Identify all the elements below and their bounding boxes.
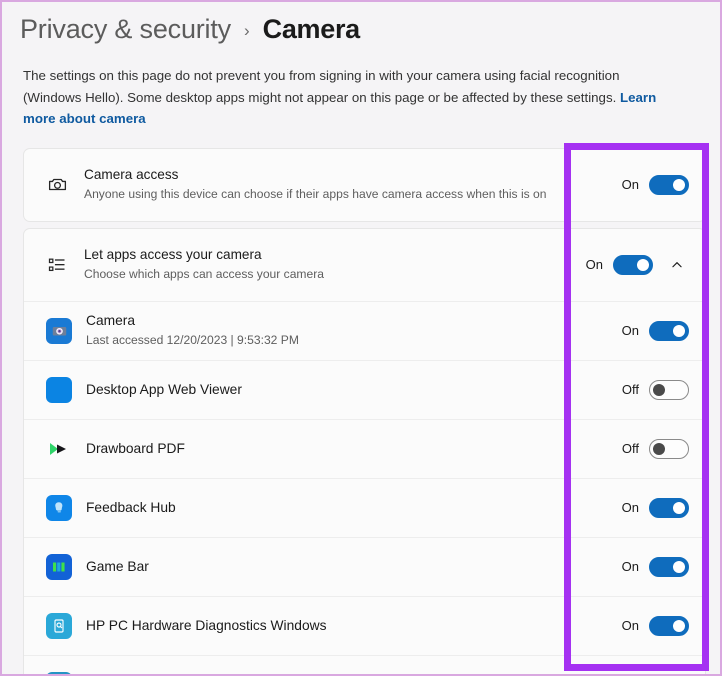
drawboard-pdf-icon — [46, 436, 72, 462]
camera-access-text: Camera access Anyone using this device c… — [84, 166, 617, 203]
chevron-up-icon[interactable] — [663, 258, 691, 272]
camera-outline-icon — [40, 174, 74, 195]
page-description-text: The settings on this page do not prevent… — [23, 68, 620, 105]
app-controls-hp-pc-hardware-diagnostics-windows: On — [617, 615, 691, 636]
app-row-desktop-app-web-viewer[interactable]: Desktop App Web Viewer Off — [24, 359, 705, 419]
app-controls-camera: On — [617, 320, 691, 341]
hp-diagnostics-icon — [46, 612, 72, 639]
settings-page: Privacy & security › Camera The settings… — [0, 0, 722, 676]
breadcrumb: Privacy & security › Camera — [2, 2, 720, 45]
app-name: HP PC Hardware Diagnostics Windows — [86, 617, 327, 633]
app-toggle-drawboard-pdf[interactable] — [649, 438, 689, 459]
toggle-knob — [673, 501, 685, 514]
let-apps-access-title: Let apps access your camera — [84, 247, 262, 262]
app-row-drawboard-pdf[interactable]: Drawboard PDF Off — [24, 418, 705, 478]
toggle-knob — [673, 619, 685, 632]
app-row-feedback-hub[interactable]: Feedback Hub On — [24, 477, 705, 537]
bulleted-list-icon — [40, 255, 74, 275]
camera-access-title: Camera access — [84, 167, 179, 182]
app-state-label: Off — [621, 382, 639, 397]
app-toggle-feedback-hub[interactable] — [649, 497, 689, 518]
let-apps-access-state-label: On — [585, 257, 603, 272]
app-toggle-game-bar[interactable] — [649, 556, 689, 577]
app-text-desktop-app-web-viewer: Desktop App Web Viewer — [86, 381, 617, 399]
breadcrumb-parent-link[interactable]: Privacy & security — [20, 14, 231, 45]
camera-access-subtitle: Anyone using this device can choose if t… — [84, 187, 547, 201]
game-bar-icon — [46, 553, 72, 580]
let-apps-access-subtitle: Choose which apps can access your camera — [84, 267, 324, 281]
toggle-knob — [673, 324, 685, 337]
toggle-knob — [673, 178, 685, 191]
camera-app-icon — [46, 317, 72, 344]
camera-access-card: Camera access Anyone using this device c… — [23, 147, 706, 222]
camera-access-toggle[interactable] — [649, 174, 689, 195]
settings-card-list: Camera access Anyone using this device c… — [23, 147, 706, 674]
toggle-knob — [653, 442, 665, 455]
camera-access-state-label: On — [621, 177, 639, 192]
app-text-game-bar: Game Bar — [86, 558, 617, 576]
page-title: Camera — [262, 14, 361, 44]
app-row-game-bar[interactable]: Game Bar On — [24, 536, 705, 596]
app-name: Game Bar — [86, 558, 149, 574]
page-description: The settings on this page do not prevent… — [2, 45, 702, 130]
app-text-camera: Camera Last accessed 12/20/2023 | 9:53:3… — [86, 312, 617, 349]
camera-access-row[interactable]: Camera access Anyone using this device c… — [24, 149, 705, 221]
camera-access-controls: On — [617, 174, 691, 195]
app-state-label: On — [621, 559, 639, 574]
app-controls-game-bar: On — [617, 556, 691, 577]
app-state-label: Off — [621, 441, 639, 456]
hp-smart-icon — [46, 671, 72, 674]
app-last-accessed: Last accessed 12/20/2023 | 9:53:32 PM — [86, 333, 299, 347]
let-apps-access-toggle[interactable] — [613, 254, 653, 275]
let-apps-access-card: Let apps access your camera Choose which… — [23, 227, 706, 674]
toggle-knob — [673, 560, 685, 573]
app-name: Feedback Hub — [86, 499, 176, 515]
app-state-label: On — [621, 500, 639, 515]
app-controls-feedback-hub: On — [617, 497, 691, 518]
app-text-feedback-hub: Feedback Hub — [86, 499, 617, 517]
app-toggle-desktop-app-web-viewer[interactable] — [649, 379, 689, 400]
app-name: Camera — [86, 313, 136, 328]
app-text-hp-pc-hardware-diagnostics-windows: HP PC Hardware Diagnostics Windows — [86, 617, 617, 635]
let-apps-access-controls: On — [581, 254, 691, 275]
app-text-drawboard-pdf: Drawboard PDF — [86, 440, 617, 458]
breadcrumb-separator-icon: › — [243, 20, 250, 40]
app-controls-desktop-app-web-viewer: Off — [617, 379, 691, 400]
feedback-hub-icon — [46, 494, 72, 521]
app-toggle-camera[interactable] — [649, 320, 689, 341]
let-apps-access-row[interactable]: Let apps access your camera Choose which… — [24, 229, 705, 301]
app-row-hp-smart[interactable]: HP Smart On — [24, 654, 705, 674]
toggle-knob — [653, 383, 665, 396]
app-name: Drawboard PDF — [86, 440, 185, 456]
app-row-hp-pc-hardware-diagnostics-windows[interactable]: HP PC Hardware Diagnostics Windows On — [24, 595, 705, 655]
app-toggle-hp-pc-hardware-diagnostics-windows[interactable] — [649, 615, 689, 636]
app-row-camera[interactable]: Camera Last accessed 12/20/2023 | 9:53:3… — [24, 300, 705, 360]
app-state-label: On — [621, 323, 639, 338]
let-apps-access-text: Let apps access your camera Choose which… — [84, 246, 581, 283]
toggle-knob — [637, 258, 649, 271]
app-state-label: On — [621, 618, 639, 633]
app-name: Desktop App Web Viewer — [86, 381, 242, 397]
desktop-app-web-viewer-icon — [46, 376, 72, 403]
app-controls-drawboard-pdf: Off — [617, 438, 691, 459]
